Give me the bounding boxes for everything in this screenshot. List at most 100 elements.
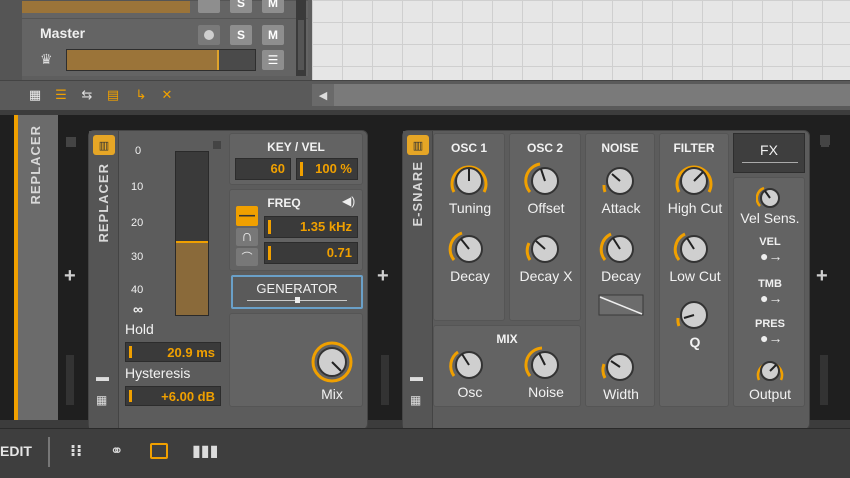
add-device-plus-icon[interactable]: + <box>64 265 76 288</box>
pres-arrow-right-icon[interactable]: ●→ <box>760 330 782 346</box>
meter-toggle[interactable] <box>213 141 221 149</box>
fx-button[interactable]: FX <box>733 133 805 173</box>
filter-type-shelf-button[interactable]: ⌒ <box>236 248 258 266</box>
osc1-panel: OSC 1 Tuning Decay <box>433 133 505 321</box>
chain-end-toggle[interactable] <box>820 135 830 145</box>
filter-lowcut-knob[interactable] <box>673 228 715 270</box>
filter-title: FILTER <box>673 141 715 155</box>
threshold-meter[interactable] <box>175 151 209 316</box>
track-row-1[interactable]: S M <box>22 0 308 18</box>
osc1-tuning-knob[interactable] <box>448 160 490 202</box>
master-volume-fader[interactable] <box>66 49 256 71</box>
generator-button[interactable]: GENERATOR <box>231 275 363 309</box>
osc2-offset-knob[interactable] <box>524 160 566 202</box>
threshold-marker[interactable] <box>176 241 208 244</box>
vel-value: 100 % <box>315 161 352 176</box>
folder-icon[interactable]: ▬ <box>410 369 423 384</box>
noise-decay-knob[interactable] <box>599 228 641 270</box>
hold-value: 20.9 ms <box>167 345 215 360</box>
filter-q-knob[interactable] <box>673 294 715 336</box>
generator-label: GENERATOR <box>256 281 338 296</box>
insert-button[interactable]: ↳ <box>130 85 152 105</box>
device-power-button[interactable]: ▥ <box>407 135 429 155</box>
menu-button[interactable]: ☰ <box>262 50 284 70</box>
output-label: Output <box>748 386 792 402</box>
horizontal-scrollbar[interactable]: ◀ <box>312 84 850 106</box>
add-device-plus-icon[interactable]: + <box>816 265 828 288</box>
mute-button[interactable]: M <box>262 0 284 13</box>
tmb-arrow-right-icon[interactable]: ●→ <box>760 290 782 306</box>
device-power-button[interactable]: ▥ <box>93 135 115 155</box>
esnare-mix-panel: MIX Osc Noise <box>433 325 581 407</box>
hold-value-field[interactable]: 20.9 ms <box>125 342 221 362</box>
device-toggle[interactable] <box>66 137 76 147</box>
filter-type-bandpass-button[interactable]: ∩ <box>236 228 258 246</box>
noise-shape-display[interactable] <box>598 294 644 316</box>
vel-value-field[interactable]: 100 % <box>296 158 358 180</box>
filter-type-lowpass-button[interactable]: — <box>236 206 258 226</box>
device-chain-area: REPLACER + ▥ REPLACER ▬ ▦ 0 10 20 30 40 … <box>0 115 850 430</box>
lanes-icon: ☰ <box>55 87 67 102</box>
replacer-header: ▥ REPLACER ▬ ▦ <box>89 131 119 429</box>
esnare-device: ▥ E-SNARE ▬ ▦ OSC 1 Tuning Decay OSC 2 O… <box>402 130 829 430</box>
hysteresis-label: Hysteresis <box>125 365 191 381</box>
grid-view-button[interactable]: ▦ <box>24 85 46 105</box>
automation-icon[interactable]: ⚭ <box>110 441 123 461</box>
keyboard-icon: ▥ <box>412 139 424 152</box>
noise-width-knob[interactable] <box>599 346 641 388</box>
device-panel-button[interactable] <box>150 443 168 459</box>
track-gutter <box>0 0 22 80</box>
track-name-master: Master <box>40 25 86 41</box>
record-arm-button[interactable] <box>198 0 220 13</box>
solo-button[interactable]: S <box>230 25 252 45</box>
q-value-field[interactable]: 0.71 <box>264 242 358 264</box>
key-value-field[interactable]: 60 <box>235 158 291 180</box>
track-header-panel: S M Master S M ♛ ☰ <box>0 0 312 80</box>
edit-tab[interactable]: EDIT <box>0 443 32 459</box>
mix-noise-knob[interactable] <box>524 344 566 386</box>
fader-marker <box>217 50 220 70</box>
filter-highcut-knob[interactable] <box>673 160 715 202</box>
scroll-left-button[interactable]: ◀ <box>312 84 334 106</box>
noise-title: NOISE <box>601 141 639 155</box>
speaker-icon[interactable]: ◀) <box>342 194 355 208</box>
freq-value-field[interactable]: 1.35 kHz <box>264 216 358 238</box>
osc1-decay-knob[interactable] <box>448 228 490 270</box>
grid-icon: ▦ <box>28 87 42 102</box>
hysteresis-value-field[interactable]: +6.00 dB <box>125 386 221 406</box>
chain-label: REPLACER <box>28 125 43 205</box>
mute-button[interactable]: M <box>262 25 284 45</box>
vel-sens-knob[interactable] <box>756 184 784 212</box>
osc2-panel: OSC 2 Offset Decay X <box>509 133 581 321</box>
note-editor-icon[interactable]: ⁝⁝ <box>70 441 82 461</box>
mixer-icon[interactable]: ▮▮▮ <box>192 441 218 461</box>
output-knob[interactable] <box>755 356 785 386</box>
lanes-button[interactable]: ☰ <box>50 85 72 105</box>
vel-arrow-right-icon[interactable]: ●→ <box>760 248 782 264</box>
add-device-plus-icon[interactable]: + <box>377 265 389 288</box>
mix-knob[interactable] <box>310 340 354 384</box>
track-fader[interactable] <box>22 1 190 13</box>
level-meter-scale: 0 10 20 30 40 ∞ <box>123 141 179 321</box>
grid-icon[interactable]: ▦ <box>410 393 421 407</box>
folder-icon[interactable]: ▬ <box>96 369 109 384</box>
osc2-decayx-knob[interactable] <box>524 228 566 270</box>
grid-icon[interactable]: ▦ <box>96 393 107 407</box>
chain-strip[interactable]: REPLACER <box>14 115 58 420</box>
swap-button[interactable]: ⇆ <box>76 85 98 105</box>
esnare-title: E-SNARE <box>410 161 425 227</box>
generator-slider-handle[interactable] <box>295 297 300 303</box>
mix-osc-knob[interactable] <box>448 344 490 386</box>
freq-value: 1.35 kHz <box>299 219 352 234</box>
osc1-tuning-label: Tuning <box>448 200 492 216</box>
filter-lowcut-label: Low Cut <box>669 268 721 284</box>
list-button[interactable]: ▤ <box>102 85 124 105</box>
value-bar <box>268 246 271 260</box>
noise-attack-knob[interactable] <box>599 160 641 202</box>
solo-button[interactable]: S <box>230 0 252 13</box>
chain-meter <box>66 355 74 405</box>
close-button[interactable]: ✕ <box>156 85 178 105</box>
track-row-master[interactable]: Master S M ♛ ☰ <box>22 18 308 76</box>
record-arm-button[interactable] <box>198 25 220 45</box>
arrange-grid[interactable] <box>312 0 850 80</box>
